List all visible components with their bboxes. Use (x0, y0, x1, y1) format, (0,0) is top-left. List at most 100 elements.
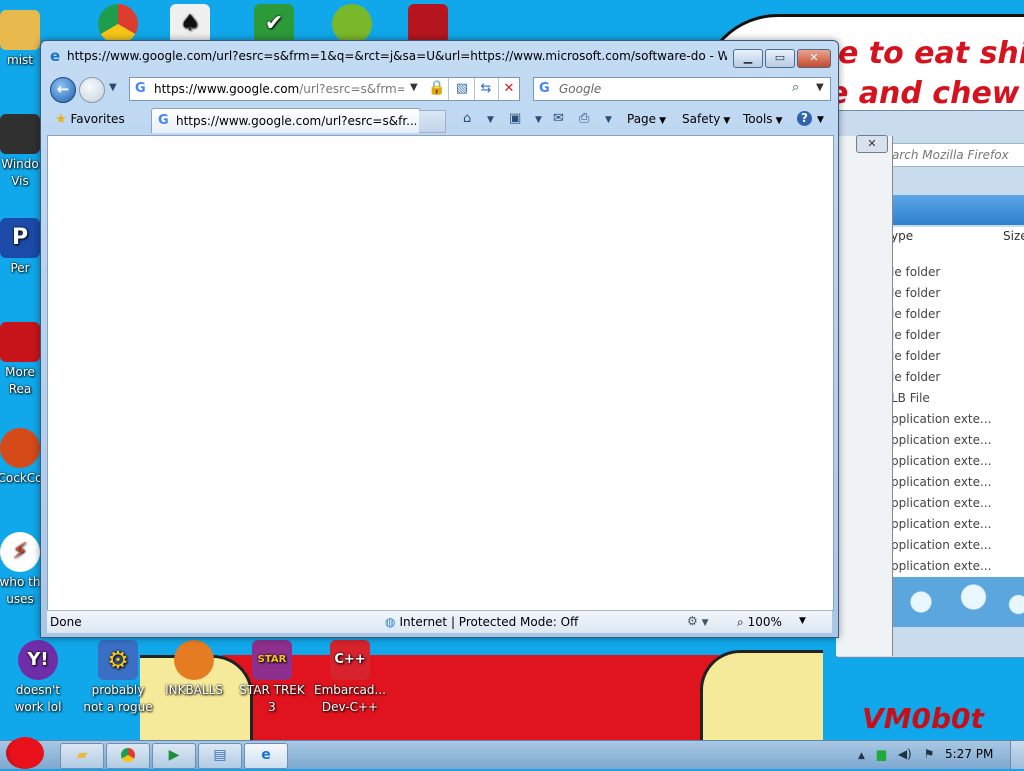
show-desktop-button[interactable] (1010, 741, 1024, 769)
start-button[interactable] (2, 735, 44, 771)
explorer-row[interactable]: le folder (891, 328, 1024, 342)
desktop-icon-label: probably not a rogue (83, 683, 153, 714)
read-mail-button[interactable]: ✉ (553, 111, 564, 126)
star-trek-icon: STAR (252, 640, 292, 680)
explorer-row[interactable]: pplication exte... (891, 538, 1024, 552)
chevron-down-icon: ▼ (535, 115, 542, 125)
address-bar[interactable]: G https://www.google.com/url?esrc=s&frm=… (129, 77, 520, 101)
refresh-button[interactable]: ⇆ (476, 80, 496, 98)
help-dropdown[interactable]: ▼ (817, 115, 824, 125)
safety-menu[interactable]: Safety ▼ (682, 112, 730, 126)
security-shield-icon: ✔ (254, 4, 294, 44)
gear-icon: ⚙ (687, 614, 698, 628)
explorer-row[interactable]: le folder (891, 265, 1024, 279)
volume-icon[interactable]: ◀) (898, 747, 912, 761)
taskbar-explorer-button[interactable]: ▰ (60, 743, 104, 769)
page-menu[interactable]: Page ▼ (627, 112, 666, 126)
desktop-icon-inkballs[interactable]: INKBALLS (158, 640, 230, 699)
lock-icon[interactable]: 🔒 (428, 80, 445, 96)
forward-button[interactable] (79, 77, 105, 103)
taskbar-ie-button[interactable]: e (244, 743, 288, 769)
address-input[interactable]: https://www.google.com/url?esrc=s&frm=1 (154, 82, 404, 96)
search-icon[interactable]: ⌕ (792, 80, 799, 95)
chevron-down-icon: ▼ (817, 115, 824, 125)
taskbar-media-button[interactable]: ▶ (152, 743, 196, 769)
compatibility-view-button[interactable]: ▧ (452, 80, 472, 98)
media-player-icon: ▶ (168, 747, 180, 763)
explorer-row[interactable]: pplication exte... (891, 412, 1024, 426)
security-zone[interactable]: ◍ Internet | Protected Mode: Off (385, 615, 578, 629)
close-button[interactable]: ✕ (856, 135, 888, 153)
page-content[interactable] (47, 135, 834, 611)
explorer-row[interactable]: le folder (891, 307, 1024, 321)
address-separator (448, 78, 449, 100)
search-input[interactable]: Google (559, 82, 601, 96)
explorer-row[interactable]: le folder (891, 370, 1024, 384)
help-button[interactable]: ? (797, 111, 812, 126)
chevron-down-icon: ▼ (487, 115, 494, 125)
taskbar-chrome-button[interactable] (106, 743, 150, 769)
taskbar-notepad-button[interactable]: ▤ (198, 743, 242, 769)
desktop-icon-yahoo[interactable]: Y! doesn't work lol (2, 640, 74, 716)
zoom-button[interactable]: ⌕ 100% (737, 615, 782, 630)
explorer-row[interactable]: pplication exte... (891, 475, 1024, 489)
address-dropdown-icon[interactable]: ▼ (410, 82, 418, 93)
browser-tab[interactable]: G https://www.google.com/url?esrc=s&fr..… (151, 108, 421, 133)
show-hidden-icons-button[interactable]: ▲ (858, 751, 865, 761)
chevron-down-icon: ▼ (775, 116, 783, 126)
explorer-row[interactable]: pplication exte... (891, 496, 1024, 510)
explorer-row[interactable]: le folder (891, 286, 1024, 300)
search-options-dropdown[interactable]: ▼ (816, 82, 824, 93)
explorer-row[interactable]: pplication exte... (891, 454, 1024, 468)
flag-icon[interactable]: ⚑ (924, 747, 935, 761)
window-title: https://www.google.com/url?esrc=s&frm=1&… (67, 49, 727, 63)
network-icon[interactable]: ▆ (877, 747, 886, 761)
back-button[interactable]: ← (50, 77, 76, 103)
stop-icon: ✕ (503, 81, 515, 96)
popup-settings-button[interactable]: ⚙ ▼ (687, 614, 709, 628)
desktop-icon-label: Per (10, 261, 30, 275)
explorer-search-input[interactable]: arch Mozilla Firefox (889, 143, 1024, 167)
address-path: /url?esrc=s&frm=1 (299, 82, 404, 96)
new-tab-button[interactable] (419, 110, 446, 133)
maximize-button[interactable]: ▭ (765, 49, 795, 68)
star-icon: ★ (55, 112, 67, 127)
explorer-row[interactable]: le folder (891, 349, 1024, 363)
feeds-button[interactable]: ▣ (509, 111, 521, 126)
desktop-icon-label: Embarcad... Dev-C++ (314, 683, 386, 714)
desktop-icon-probably-not-a-rogue[interactable]: ⚙ probably not a rogue (82, 640, 154, 716)
desktop-icon-label: INKBALLS (165, 683, 223, 697)
tools-menu[interactable]: Tools ▼ (743, 112, 782, 126)
wallpaper-text-line2: e and chew (828, 76, 1020, 111)
search-box[interactable]: G Google ⌕ ▼ (533, 77, 831, 101)
recent-pages-dropdown[interactable]: ▼ (109, 82, 117, 93)
explorer-row[interactable]: pplication exte... (891, 559, 1024, 573)
explorer-row[interactable]: pplication exte... (891, 517, 1024, 531)
explorer-row[interactable]: LB File (891, 391, 1024, 405)
explorer-toolbar-band (891, 195, 1024, 225)
internet-explorer-window[interactable]: e https://www.google.com/url?esrc=s&frm=… (40, 40, 839, 638)
explorer-column-type[interactable]: ype (891, 229, 913, 243)
print-button[interactable]: ⎙ (579, 111, 589, 126)
minimize-button[interactable]: ▁ (733, 49, 763, 68)
desktop-icon-devcpp[interactable]: C++ Embarcad... Dev-C++ (314, 640, 386, 716)
internet-explorer-icon: e (50, 47, 61, 65)
home-button[interactable]: ⌂ (463, 111, 471, 126)
tab-title: https://www.google.com/url?esrc=s&fr... (176, 114, 416, 128)
globe-icon: ◍ (385, 615, 396, 629)
home-dropdown[interactable]: ▼ (487, 115, 494, 125)
close-button[interactable]: ✕ (797, 49, 831, 68)
feeds-dropdown[interactable]: ▼ (535, 115, 542, 125)
favorites-label: Favorites (70, 112, 125, 126)
wallpaper-yellow-shape-right (700, 650, 823, 740)
explorer-column-size[interactable]: Size (1003, 229, 1024, 243)
google-search-icon: G (539, 81, 550, 96)
print-dropdown[interactable]: ▼ (605, 115, 612, 125)
explorer-row[interactable]: pplication exte... (891, 433, 1024, 447)
desktop-icon-star-trek[interactable]: STAR STAR TREK 3 (236, 640, 308, 716)
clock[interactable]: 5:27 PM (945, 747, 993, 761)
background-window-edge[interactable]: ✕ (836, 135, 893, 656)
zoom-dropdown[interactable]: ▼ (799, 616, 806, 626)
favorites-button[interactable]: ★ Favorites (55, 112, 125, 127)
stop-button[interactable]: ✕ (499, 80, 519, 98)
